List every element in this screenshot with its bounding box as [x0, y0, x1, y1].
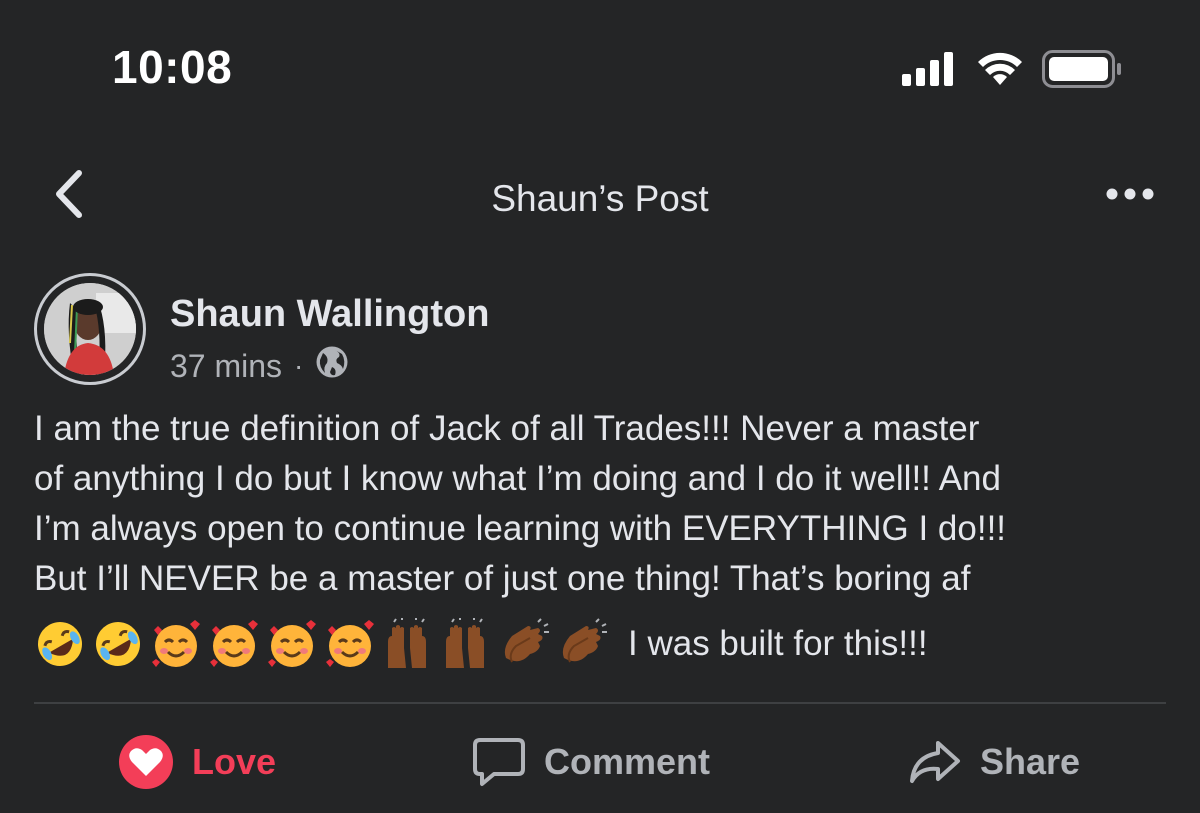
post-text-line: But I’ll NEVER be a master of just one t…: [34, 559, 971, 598]
share-button[interactable]: Share: [908, 731, 1080, 793]
rofl-emoji-icon: [34, 618, 86, 670]
comment-label: Comment: [544, 741, 711, 782]
nav-bar: Shaun’s Post: [0, 150, 1200, 245]
smiling-face-with-hearts-icon: [266, 618, 318, 670]
status-bar: 10:08: [0, 0, 1200, 140]
post-header: Shaun Wallington 37 mins ·: [34, 273, 1164, 388]
meta-separator: ·: [294, 350, 304, 381]
love-reaction-icon: [118, 734, 174, 790]
post-text: I am the true definition of Jack of all …: [34, 404, 1174, 604]
post-text-line: of anything I do but I know what I’m doi…: [34, 459, 1001, 498]
love-label: Love: [192, 741, 277, 782]
share-arrow-icon: [908, 739, 962, 785]
post-timestamp[interactable]: 37 mins: [170, 348, 282, 385]
wifi-icon: [976, 51, 1024, 92]
screen: 10:08 Shaun’s Post Shaun Wallington 37 m…: [0, 0, 1200, 813]
post-text-emoji-tail: I was built for this!!!: [628, 624, 928, 663]
smiling-face-with-hearts-icon: [324, 618, 376, 670]
avatar[interactable]: [34, 273, 146, 385]
smiling-face-with-hearts-icon: [208, 618, 260, 670]
clapping-hands-icon: [498, 618, 550, 670]
status-icons: [902, 50, 1122, 93]
rofl-emoji-icon: [92, 618, 144, 670]
post-meta: 37 mins ·: [170, 345, 349, 387]
battery-icon: [1042, 50, 1122, 93]
post-text-line: I am the true definition of Jack of all …: [34, 409, 980, 448]
emoji-line: I was built for this!!!: [34, 618, 1174, 670]
comment-icon: [472, 736, 526, 788]
more-options-button[interactable]: [1100, 176, 1160, 216]
page-title: Shaun’s Post: [491, 178, 709, 219]
raising-hands-icon: [440, 618, 492, 670]
smiling-face-with-hearts-icon: [150, 618, 202, 670]
ellipsis-icon: [1106, 187, 1154, 205]
clapping-hands-icon: [556, 618, 608, 670]
status-time: 10:08: [112, 41, 233, 93]
share-label: Share: [980, 741, 1081, 782]
divider: [34, 702, 1166, 704]
post-text-line: I’m always open to continue learning wit…: [34, 509, 1007, 548]
raising-hands-icon: [382, 618, 434, 670]
post-actions: Love Comment Share: [0, 715, 1200, 810]
comment-button[interactable]: Comment: [472, 731, 710, 793]
globe-icon: [315, 345, 349, 387]
avatar-photo: [44, 283, 136, 375]
love-button[interactable]: Love: [118, 731, 276, 793]
author-name[interactable]: Shaun Wallington: [170, 293, 489, 336]
cellular-signal-icon: [902, 52, 958, 91]
